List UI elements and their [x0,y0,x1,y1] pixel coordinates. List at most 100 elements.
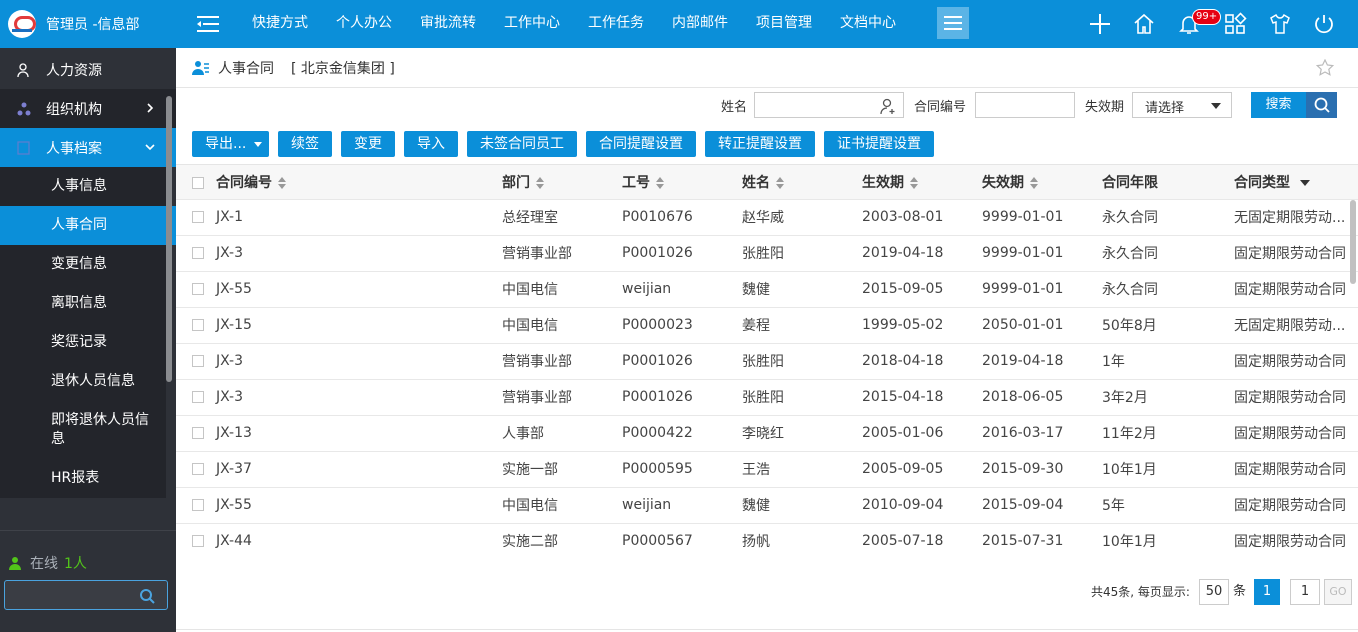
home-icon[interactable] [1132,12,1156,36]
renew-button[interactable]: 续签 [278,131,332,157]
nav-item-work-center[interactable]: 工作中心 [490,0,574,48]
nav-item-work-tasks[interactable]: 工作任务 [574,0,658,48]
expiry-select-value: 请选择 [1145,101,1185,116]
go-button[interactable]: GO [1324,579,1352,605]
apps-icon[interactable] [1223,12,1247,36]
page-jump-input[interactable]: 1 [1290,579,1320,605]
sidebar-sub-retiring-soon[interactable]: 即将退休人员信息 [0,401,166,459]
sidebar-sub-hr-contract[interactable]: 人事合同 [0,206,176,245]
row-checkbox[interactable] [192,535,204,547]
sidebar-item-org[interactable]: 组织机构 [0,89,176,128]
search-icon[interactable] [139,588,155,604]
skin-shirt-icon[interactable] [1268,12,1292,36]
row-checkbox[interactable] [192,427,204,439]
user-icon [17,63,29,78]
cell-contract-term: 5年 [1102,487,1234,524]
sort-icon[interactable] [278,176,286,189]
sidebar-sub-hr-info[interactable]: 人事信息 [0,167,166,206]
table-row[interactable]: JX-44 实施二部 P0000567 扬帆 2005-07-18 2015-07-31 1… [176,523,1358,559]
breadcrumb: 人事合同 [ 北京金信集团 ] [176,48,1358,88]
archive-icon [17,141,30,155]
export-button[interactable]: 导出... [192,131,269,157]
th-effective-date[interactable]: 生效期 [862,165,982,200]
name-input[interactable] [754,92,904,118]
table-row[interactable]: JX-13 人事部 P0000422 李晓红 2005-01-06 2016-03-17 1… [176,415,1358,452]
sort-icon[interactable] [656,176,664,189]
nav-item-personal-office[interactable]: 个人办公 [322,0,406,48]
search-button[interactable]: 搜索 [1251,92,1337,118]
table-row[interactable]: JX-37 实施一部 P0000595 王浩 2005-09-05 2015-09-30 1… [176,451,1358,488]
cell-contract-term: 永久合同 [1102,271,1234,308]
contract-reminder-button[interactable]: 合同提醒设置 [586,131,696,157]
sidebar-sub-rewards[interactable]: 奖惩记录 [0,323,166,362]
table-row[interactable]: JX-55 中国电信 weijian 魏健 2015-09-05 9999-01-01 永久… [176,271,1358,308]
import-button[interactable]: 导入 [404,131,458,157]
more-menu-icon[interactable] [937,7,969,39]
th-contract-no[interactable]: 合同编号 [176,165,502,200]
table-row[interactable]: JX-3 营销事业部 P0001026 张胜阳 2019-04-18 9999-01-01… [176,235,1358,272]
cell-contract-no: JX-13 [176,415,502,452]
sidebar-item-archive[interactable]: 人事档案 [0,128,176,167]
online-status: 在线 1人 [8,553,87,573]
sidebar-sub-hr-report[interactable]: HR报表 [0,459,166,498]
header-label: 姓名 [742,174,770,191]
user-picker-icon[interactable] [879,97,897,115]
sidebar-sub-retired[interactable]: 退休人员信息 [0,362,166,401]
sidebar-scrollbar[interactable] [166,96,172,382]
sort-icon[interactable] [776,176,784,189]
plus-icon[interactable] [1088,12,1112,36]
change-button[interactable]: 变更 [341,131,395,157]
th-contract-type[interactable]: 合同类型 [1234,165,1358,200]
row-checkbox[interactable] [192,247,204,259]
row-checkbox[interactable] [192,391,204,403]
nav-item-project[interactable]: 项目管理 [742,0,826,48]
sidebar-sub-resign-info[interactable]: 离职信息 [0,284,166,323]
sort-icon[interactable] [910,176,918,189]
row-checkbox[interactable] [192,283,204,295]
row-checkbox[interactable] [192,319,204,331]
table-row[interactable]: JX-3 营销事业部 P0001026 张胜阳 2018-04-18 2019-04-18… [176,343,1358,380]
cell-effective-date: 2003-08-01 [862,199,982,236]
star-icon[interactable] [1316,59,1334,77]
page-size-input[interactable]: 50 [1199,579,1229,605]
sidebar-sub-change-info[interactable]: 变更信息 [0,245,166,284]
row-checkbox[interactable] [192,211,204,223]
row-checkbox[interactable] [192,463,204,475]
expiry-select[interactable]: 请选择 [1132,92,1232,118]
table-row[interactable]: JX-3 营销事业部 P0001026 张胜阳 2015-04-18 2018-06-05… [176,379,1358,416]
menu-toggle-icon[interactable] [197,12,221,36]
table-scrollbar[interactable] [1350,200,1356,284]
nav-item-internal-mail[interactable]: 内部邮件 [658,0,742,48]
table-row[interactable]: JX-1 总经理室 P0010676 赵华威 2003-08-01 9999-01-01 永… [176,199,1358,236]
cell-department: 营销事业部 [502,235,622,272]
current-page-button[interactable]: 1 [1254,579,1280,605]
regularization-reminder-button[interactable]: 转正提醒设置 [705,131,815,157]
select-all-checkbox[interactable] [192,176,204,189]
nav-item-approval[interactable]: 审批流转 [406,0,490,48]
table-row[interactable]: JX-15 中国电信 P0000023 姜程 1999-05-02 2050-01-01 5… [176,307,1358,344]
sidebar-item-hr[interactable]: 人力资源 [0,50,176,89]
sort-icon[interactable] [1030,176,1038,189]
th-name[interactable]: 姓名 [742,165,862,200]
th-contract-term[interactable]: 合同年限 [1102,165,1234,200]
row-checkbox[interactable] [192,499,204,511]
table-row[interactable]: JX-55 中国电信 weijian 魏健 2010-09-04 2015-09-04 5年… [176,487,1358,524]
sidebar-search-input[interactable] [4,580,168,610]
cell-department: 营销事业部 [502,379,622,416]
row-checkbox[interactable] [192,355,204,367]
th-employee-no[interactable]: 工号 [622,165,742,200]
cell-department: 中国电信 [502,487,622,524]
th-expiry-date[interactable]: 失效期 [982,165,1102,200]
th-department[interactable]: 部门 [502,165,622,200]
cell-effective-date: 2015-04-18 [862,379,982,416]
cell-name: 魏健 [742,487,862,524]
sort-desc-icon[interactable] [1300,179,1310,186]
sort-icon[interactable] [536,176,544,189]
power-icon[interactable] [1312,12,1336,36]
cell-text: JX-37 [216,461,252,477]
nav-item-shortcuts[interactable]: 快捷方式 [238,0,322,48]
contract-no-input[interactable] [975,92,1075,118]
certificate-reminder-button[interactable]: 证书提醒设置 [824,131,934,157]
nav-item-documents[interactable]: 文档中心 [826,0,910,48]
unsigned-employees-button[interactable]: 未签合同员工 [467,131,577,157]
